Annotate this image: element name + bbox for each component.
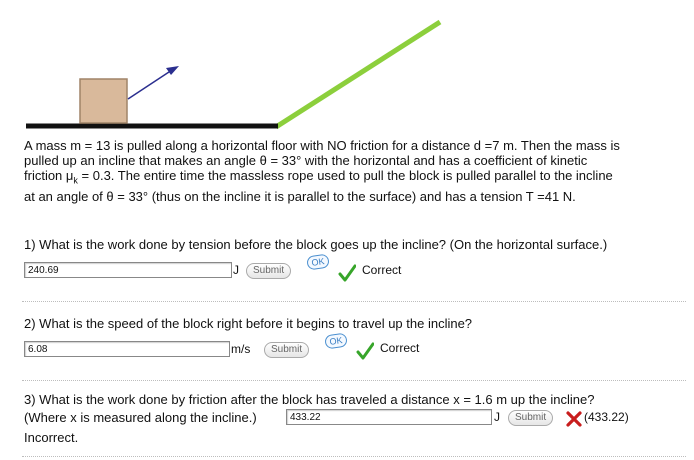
question-1-submit-button[interactable]: Submit bbox=[246, 263, 292, 279]
question-2-status: Correct bbox=[380, 341, 420, 355]
question-3-unit: J bbox=[494, 410, 500, 424]
question-2-checkmark-icon bbox=[356, 342, 374, 360]
tension-arrowhead bbox=[166, 66, 179, 75]
question-2-answer-input[interactable] bbox=[24, 341, 230, 357]
problem-line-3: friction μk = 0.3. The entire time the m… bbox=[24, 168, 684, 189]
problem-line-3-rest: = 0.3. The entire time the massless rope… bbox=[77, 168, 613, 183]
incline-line bbox=[274, 19, 442, 130]
separator-3 bbox=[22, 456, 686, 457]
question-1-status: Correct bbox=[362, 263, 402, 277]
question-3-submit-button[interactable]: Submit bbox=[508, 410, 554, 426]
question-2-unit: m/s bbox=[231, 342, 251, 356]
question-3-status: Incorrect. bbox=[24, 430, 79, 445]
problem-line-4: at an angle of θ = 33° (thus on the incl… bbox=[24, 188, 576, 204]
mass-block bbox=[79, 78, 128, 124]
question-2-ok-bubble: OK bbox=[324, 332, 348, 350]
separator-1 bbox=[22, 301, 686, 302]
question-2-text: 2) What is the speed of the block right … bbox=[24, 316, 473, 331]
physics-diagram bbox=[26, 19, 442, 130]
question-1-text: 1) What is the work done by tension befo… bbox=[24, 237, 608, 252]
question-1-checkmark-icon bbox=[338, 264, 356, 282]
question-1-answer-input[interactable] bbox=[24, 262, 232, 278]
problem-statement: A mass m = 13 is pulled along a horizont… bbox=[24, 138, 684, 204]
tension-arrow bbox=[127, 69, 173, 100]
problem-line-3-prefix: friction μ bbox=[24, 168, 74, 183]
question-2-submit-button[interactable]: Submit bbox=[264, 342, 310, 358]
question-3-text-line-2: (Where x is measured along the incline.) bbox=[24, 410, 257, 425]
question-1-ok-bubble: OK bbox=[306, 253, 330, 271]
question-3-answer-input[interactable] bbox=[286, 409, 492, 425]
question-3-cross-icon bbox=[566, 411, 582, 427]
question-3-feedback: (433.22) bbox=[584, 410, 629, 424]
problem-line-2: pulled up an incline that makes an angle… bbox=[24, 153, 588, 168]
problem-line-1: A mass m = 13 is pulled along a horizont… bbox=[24, 138, 620, 153]
question-1-unit: J bbox=[233, 263, 239, 277]
question-3-text-line-1: 3) What is the work done by friction aft… bbox=[24, 392, 595, 407]
separator-2 bbox=[22, 380, 686, 381]
